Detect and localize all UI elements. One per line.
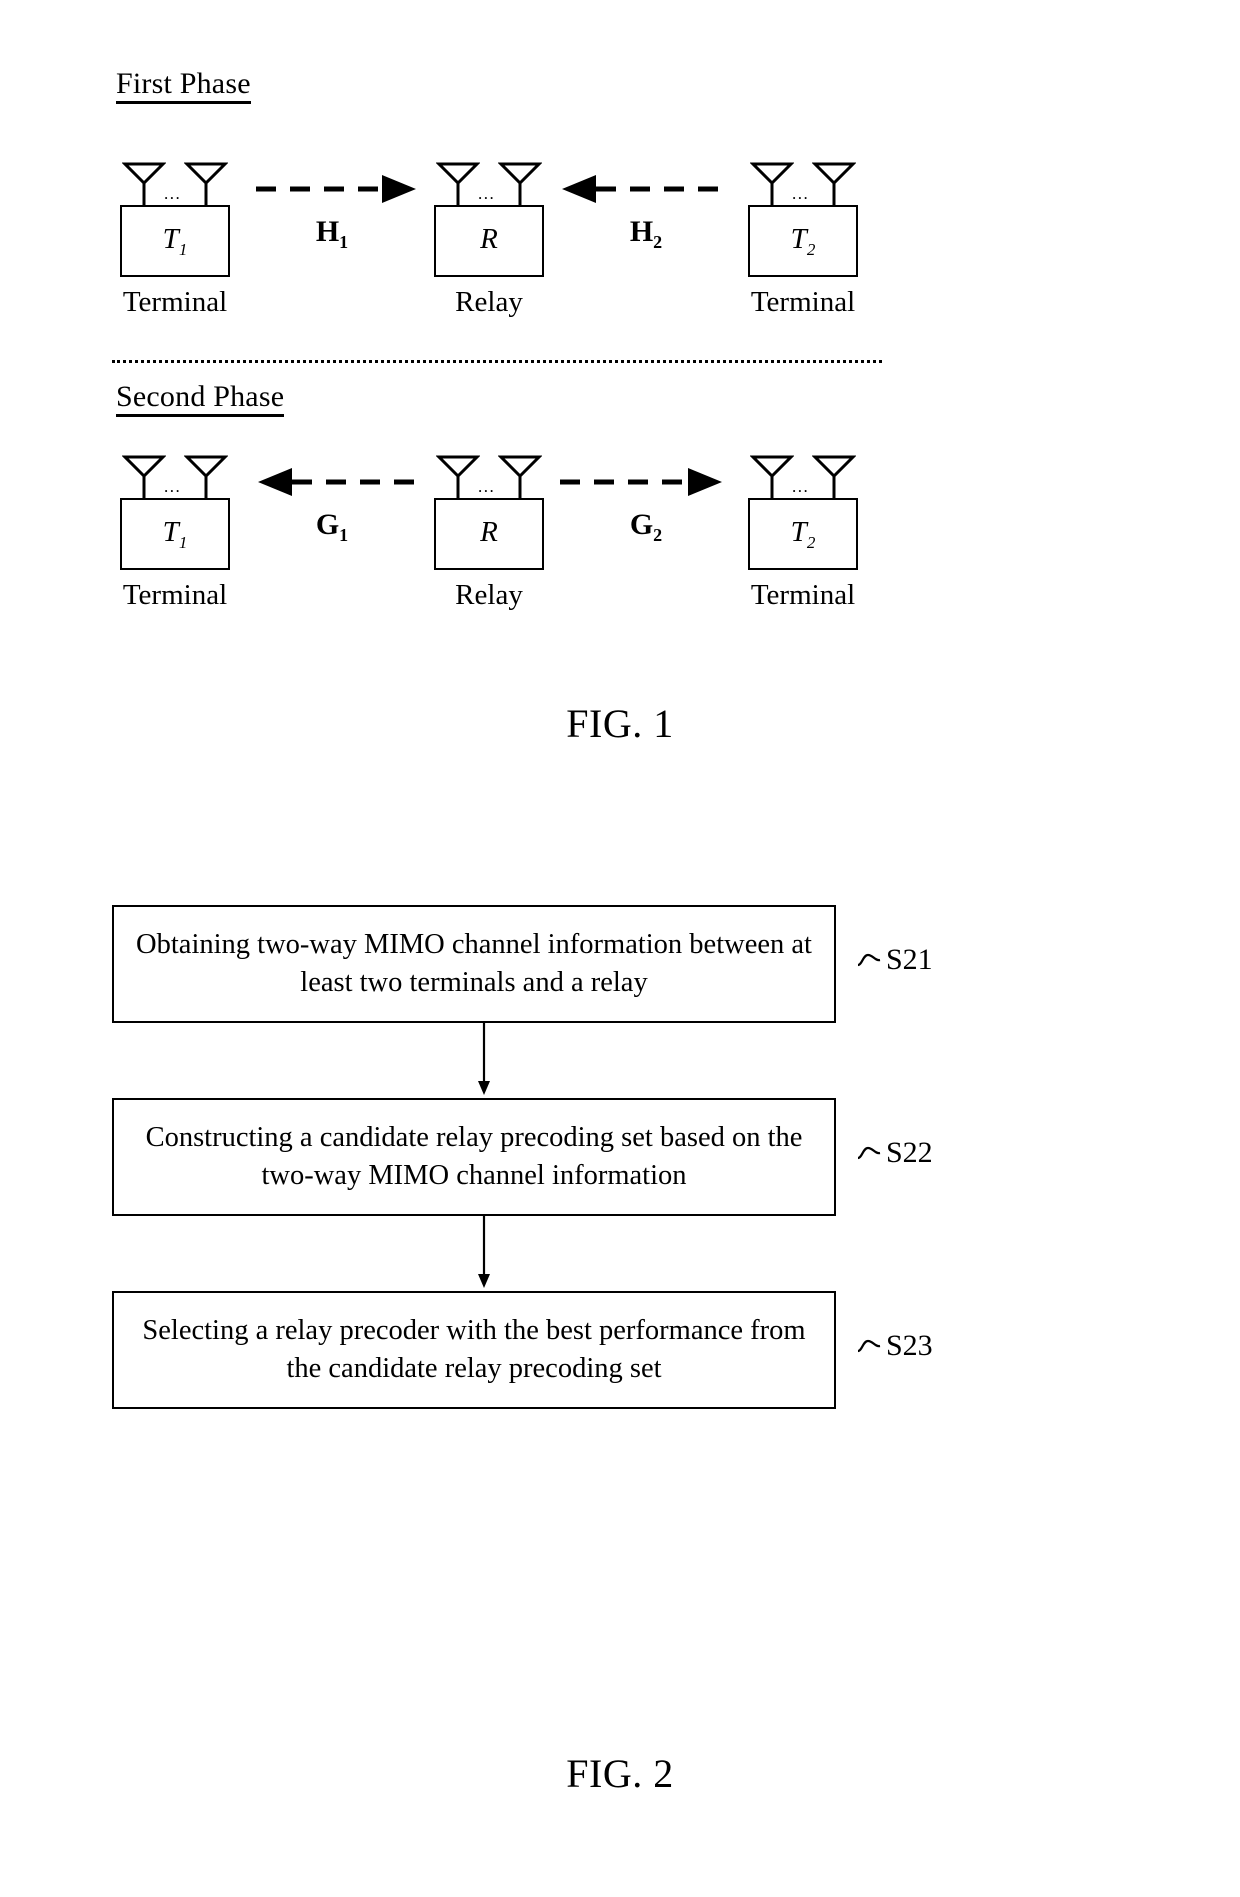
leader-tilde-icon [856, 1337, 882, 1355]
flow-step-text: Obtaining two-way MIMO channel informati… [136, 929, 812, 998]
flow-step-text: Constructing a candidate relay precoding… [145, 1122, 803, 1191]
step-reference-label: S21 [886, 943, 933, 976]
flow-step-box: Constructing a candidate relay precoding… [112, 1098, 836, 1216]
node-box-label: R [480, 515, 498, 548]
flow-step-box: Selecting a relay precoder with the best… [112, 1291, 836, 1409]
phase-separator-line [112, 360, 882, 363]
channel-arrow-right [234, 169, 430, 209]
antenna-ellipsis: ... [792, 184, 810, 203]
flow-step-s23: Selecting a relay precoder with the best… [112, 1291, 933, 1409]
channel-h2: H2 [548, 169, 744, 289]
antenna-group: ... [430, 448, 548, 499]
second-phase-node-relay: ... R Relay [430, 448, 548, 611]
leader-tilde-icon [856, 1144, 882, 1162]
second-phase-heading: Second Phase [116, 381, 285, 417]
first-phase-diagram: ... T1 Terminal H1 ... R Relay H2 ... T2… [116, 155, 916, 318]
antenna-ellipsis: ... [792, 477, 810, 496]
leader-tilde-icon [856, 951, 882, 969]
antenna-icon [184, 160, 228, 206]
antenna-icon [184, 453, 228, 499]
antenna-ellipsis: ... [164, 184, 182, 203]
antenna-group: ... [744, 448, 862, 499]
flow-step-s22: Constructing a candidate relay precoding… [112, 1098, 933, 1216]
figure-2-flowchart: Obtaining two-way MIMO channel informati… [0, 905, 1240, 1409]
antenna-icon [750, 453, 794, 499]
node-caption: Terminal [750, 286, 856, 318]
step-reference-s23: S23 [856, 1329, 933, 1363]
antenna-icon [436, 453, 480, 499]
antenna-ellipsis: ... [478, 477, 496, 496]
flow-connector-arrow [474, 1216, 494, 1291]
node-box-label: R [480, 222, 498, 255]
node-box: T2 [748, 498, 858, 570]
node-caption: Terminal [750, 579, 856, 611]
antenna-group: ... [116, 155, 234, 206]
second-phase-node-terminal-2: ... T2 Terminal [744, 448, 862, 611]
channel-arrow-left [234, 462, 430, 502]
figure-1-caption: FIG. 1 [566, 701, 674, 746]
antenna-group: ... [430, 155, 548, 206]
patent-figure-page: First Phase ... T1 Terminal H1 ... R Rel… [0, 0, 1240, 1897]
flow-step-s21: Obtaining two-way MIMO channel informati… [112, 905, 933, 1023]
node-caption: Relay [455, 286, 523, 318]
channel-arrow-right [548, 462, 744, 502]
node-box-label: T2 [790, 222, 816, 259]
channel-g1: G1 [234, 462, 430, 582]
antenna-icon [750, 160, 794, 206]
figure-2-caption: FIG. 2 [566, 1751, 674, 1796]
node-box-label: T2 [790, 515, 816, 552]
channel-label: H1 [315, 215, 349, 252]
flow-step-text: Selecting a relay precoder with the best… [142, 1315, 806, 1384]
node-box-label: T1 [162, 222, 188, 259]
node-box: T2 [748, 205, 858, 277]
antenna-icon [498, 160, 542, 206]
channel-h1: H1 [234, 169, 430, 289]
step-reference-label: S23 [886, 1329, 933, 1362]
antenna-group: ... [744, 155, 862, 206]
antenna-icon [812, 453, 856, 499]
first-phase-heading: First Phase [116, 68, 251, 104]
step-reference-s22: S22 [856, 1136, 933, 1170]
antenna-icon [436, 160, 480, 206]
antenna-group: ... [116, 448, 234, 499]
channel-label: G2 [629, 508, 663, 545]
node-box: R [434, 205, 544, 277]
node-box-label: T1 [162, 515, 188, 552]
node-box: T1 [120, 498, 230, 570]
antenna-ellipsis: ... [478, 184, 496, 203]
step-reference-label: S22 [886, 1136, 933, 1169]
flow-step-box: Obtaining two-way MIMO channel informati… [112, 905, 836, 1023]
channel-g2: G2 [548, 462, 744, 582]
channel-label: H2 [629, 215, 663, 252]
step-reference-s21: S21 [856, 943, 933, 977]
second-phase-node-terminal-1: ... T1 Terminal [116, 448, 234, 611]
antenna-icon [122, 160, 166, 206]
first-phase-node-relay: ... R Relay [430, 155, 548, 318]
channel-label: G1 [315, 508, 349, 545]
node-box: R [434, 498, 544, 570]
node-box: T1 [120, 205, 230, 277]
node-caption: Terminal [122, 286, 228, 318]
second-phase-diagram: ... T1 Terminal G1 ... R Relay G2 ... T2… [116, 448, 916, 611]
antenna-ellipsis: ... [164, 477, 182, 496]
node-caption: Terminal [122, 579, 228, 611]
antenna-icon [498, 453, 542, 499]
first-phase-node-terminal-1: ... T1 Terminal [116, 155, 234, 318]
channel-arrow-left [548, 169, 744, 209]
antenna-icon [122, 453, 166, 499]
first-phase-node-terminal-2: ... T2 Terminal [744, 155, 862, 318]
antenna-icon [812, 160, 856, 206]
flow-connector-arrow [474, 1023, 494, 1098]
node-caption: Relay [455, 579, 523, 611]
